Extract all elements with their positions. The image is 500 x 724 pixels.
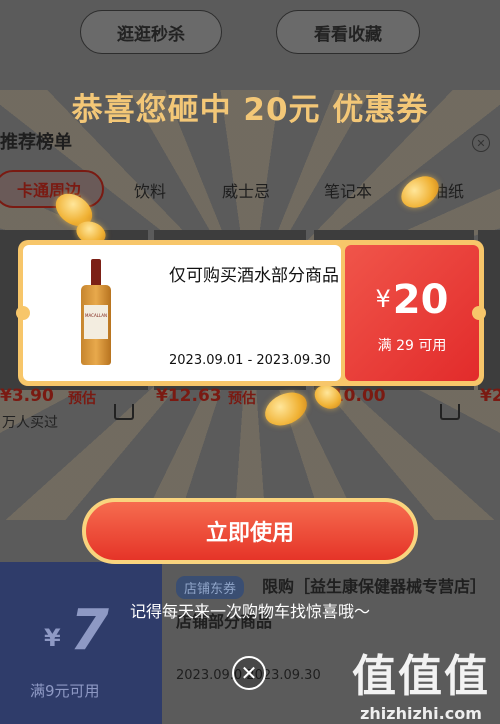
- tab-cartoon[interactable]: 卡通周边: [0, 170, 104, 208]
- flash-sale-button[interactable]: 逛逛秒杀: [80, 10, 222, 54]
- coupon-notch: [16, 306, 30, 320]
- reminder-text: 记得每天来一次购物车找惊喜哦～: [129, 602, 370, 621]
- coupon-amount: ¥20: [345, 277, 479, 323]
- bottle-label: MACALLAN: [84, 305, 108, 339]
- section-title: 推荐榜单: [0, 132, 72, 153]
- store-coupon-value: ¥ 7 满9元可用: [0, 562, 162, 724]
- favorites-button[interactable]: 看看收藏: [276, 10, 420, 54]
- product-price: ¥12.63: [156, 386, 222, 406]
- watermark: 值值值 zhizhizhi.com: [352, 640, 490, 723]
- tab-drinks[interactable]: 饮料: [134, 178, 166, 202]
- presale-tag: 预估: [68, 391, 96, 407]
- store-coupon-currency: ¥: [44, 624, 61, 652]
- congrats-headline: 恭喜您砸中 20元 优惠券: [71, 92, 429, 128]
- coupon-validity: 2023.09.01 - 2023.09.30: [169, 353, 331, 368]
- coupon-currency: ¥: [375, 285, 391, 313]
- coupon-condition: 满 29 可用: [377, 338, 447, 354]
- close-circle-icon[interactable]: ✕: [232, 656, 266, 690]
- sold-count: 万人买过: [2, 415, 58, 431]
- close-icon[interactable]: ✕: [472, 134, 490, 152]
- coupon-card[interactable]: MACALLAN 仅可购买酒水部分商品 2023.09.01 - 2023.09…: [16, 240, 486, 386]
- whisky-bottle-image: MACALLAN: [81, 259, 111, 365]
- cart-icon[interactable]: [114, 404, 134, 420]
- cart-icon[interactable]: [440, 404, 460, 420]
- coupon-details: MACALLAN 仅可购买酒水部分商品 2023.09.01 - 2023.09…: [16, 245, 341, 381]
- tab-notebook[interactable]: 笔记本: [324, 178, 372, 202]
- tab-whisky[interactable]: 威士忌: [222, 178, 270, 202]
- coupon-value-number: 20: [392, 277, 449, 323]
- store-coupon-condition: 满9元可用: [30, 682, 100, 700]
- product-price: ¥3.90: [0, 386, 54, 406]
- coupon-value: ¥20 满 29 可用: [345, 245, 486, 381]
- coupon-description: 仅可购买酒水部分商品: [169, 266, 339, 286]
- watermark-logo: 值值值: [352, 651, 490, 702]
- use-now-button[interactable]: 立即使用: [82, 498, 418, 564]
- product-price: ¥2: [480, 386, 500, 406]
- store-coupon-title: 限购［益生康保健器械专营店］: [262, 577, 487, 596]
- watermark-url: zhizhizhi.com: [360, 704, 482, 723]
- presale-tag: 预估: [228, 391, 256, 407]
- store-coupon-tag: 店铺东券: [176, 576, 245, 599]
